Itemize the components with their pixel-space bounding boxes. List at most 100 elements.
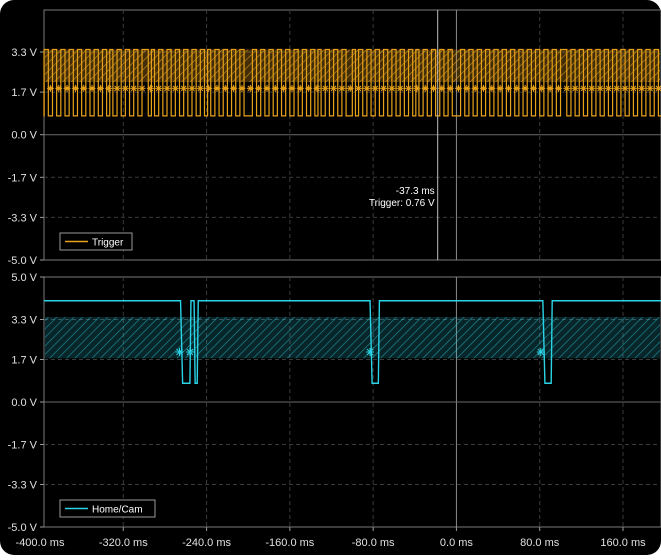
trigger-point: [88, 84, 96, 92]
y-tick-label: 1.7 V: [11, 355, 37, 367]
trigger-point: [238, 84, 246, 92]
trigger-point: [371, 84, 379, 92]
trigger-point: [463, 84, 471, 92]
trigger-point: [571, 84, 579, 92]
trigger-point: [321, 84, 329, 92]
trigger-point: [396, 84, 404, 92]
trigger-point: [455, 84, 463, 92]
trigger-point: [196, 84, 204, 92]
trigger-legend-label: Trigger: [92, 238, 124, 249]
trigger-point: [438, 84, 446, 92]
trigger-point: [105, 84, 113, 92]
trigger-point: [255, 84, 263, 92]
oscilloscope-svg: 3.3 V 1.7 V 0.0 V -1.7 V -3.3 V -5.0 V 5.0 V 3.…: [0, 0, 661, 555]
trigger-point: [296, 84, 304, 92]
trigger-point: [446, 84, 454, 92]
x-tick-label: -240.0 ms: [182, 537, 231, 549]
trigger-point: [479, 84, 487, 92]
trigger-point: [130, 84, 138, 92]
trigger-point: [271, 84, 279, 92]
trigger-point: [338, 84, 346, 92]
y-tick-label: -1.7 V: [8, 172, 38, 184]
trigger-point: [63, 84, 71, 92]
trigger-point: [330, 84, 338, 92]
y-tick-label: -1.7 V: [8, 440, 38, 452]
trigger-point: [430, 84, 438, 92]
trigger-point: [55, 84, 63, 92]
y-tick-label: 1.7 V: [11, 87, 37, 99]
trigger-point: [504, 84, 512, 92]
trigger-point: [613, 84, 621, 92]
trigger-point: [538, 84, 546, 92]
homecam-legend: Home/Cam: [59, 499, 156, 518]
trigger-point: [546, 84, 554, 92]
homecam-legend-label: Home/Cam: [92, 505, 143, 516]
trigger-point: [113, 84, 121, 92]
y-tick-label: -3.3 V: [8, 480, 38, 492]
x-tick-label: -160.0 ms: [265, 537, 314, 549]
trigger-point: [146, 84, 154, 92]
trigger-point: [496, 84, 504, 92]
trigger-point: [596, 84, 604, 92]
x-tick-label: 0.0 ms: [440, 537, 474, 549]
trigger-point: [155, 84, 163, 92]
trigger-point: [230, 84, 238, 92]
trigger-point: [638, 84, 646, 92]
cursor-trigger-label: Trigger: 0.76 V: [369, 198, 435, 209]
trigger-point: [579, 84, 587, 92]
x-tick-label: -400.0 ms: [16, 537, 65, 549]
trigger-point: [521, 84, 529, 92]
trigger-point: [288, 84, 296, 92]
trigger-point: [529, 84, 537, 92]
homecam-threshold-band: [45, 317, 660, 359]
trigger-point: [80, 84, 88, 92]
trigger-point: [588, 84, 596, 92]
trigger-point: [205, 84, 213, 92]
trigger-point: [363, 84, 371, 92]
trigger-point: [388, 84, 396, 92]
trigger-point: [213, 84, 221, 92]
cursor-time-label: -37.3 ms: [396, 186, 435, 197]
homecam-point: [185, 348, 194, 356]
y-tick-label: 5.0 V: [11, 272, 37, 284]
y-tick-label: -5.0 V: [8, 255, 38, 267]
trigger-point: [604, 84, 612, 92]
trigger-point: [313, 84, 321, 92]
y-tick-label: 3.3 V: [11, 315, 37, 327]
trigger-point: [563, 84, 571, 92]
trigger-point: [471, 84, 479, 92]
trigger-point: [163, 84, 171, 92]
trigger-point: [355, 84, 363, 92]
trigger-point: [513, 84, 521, 92]
trigger-point: [221, 84, 229, 92]
trigger-point: [554, 84, 562, 92]
homecam-point: [175, 348, 184, 356]
oscilloscope-view: 3.3 V 1.7 V 0.0 V -1.7 V -3.3 V -5.0 V 5.0 V 3.…: [0, 0, 661, 555]
homecam-point: [366, 348, 375, 356]
x-tick-label: -320.0 ms: [99, 537, 148, 549]
trigger-point: [246, 84, 254, 92]
trigger-point: [188, 84, 196, 92]
trigger-legend: Trigger: [59, 232, 133, 251]
trigger-point: [96, 84, 104, 92]
x-tick-label: 160.0 ms: [600, 537, 646, 549]
trigger-point: [646, 84, 654, 92]
trigger-point: [488, 84, 496, 92]
trigger-point: [138, 84, 146, 92]
y-tick-label: -5.0 V: [8, 522, 38, 534]
trigger-point: [180, 84, 188, 92]
trigger-point: [621, 84, 629, 92]
homecam-point: [536, 348, 545, 356]
trigger-point: [263, 84, 271, 92]
x-tick-label: -80.0 ms: [352, 537, 395, 549]
trigger-point: [305, 84, 313, 92]
trigger-point: [421, 84, 429, 92]
trigger-point: [171, 84, 179, 92]
y-tick-label: 3.3 V: [11, 47, 37, 59]
trigger-point: [346, 84, 354, 92]
x-tick-label: 80.0 ms: [520, 537, 560, 549]
trigger-point: [405, 84, 413, 92]
trigger-point: [280, 84, 288, 92]
y-tick-label: 0.0 V: [11, 397, 37, 409]
trigger-point: [121, 84, 129, 92]
